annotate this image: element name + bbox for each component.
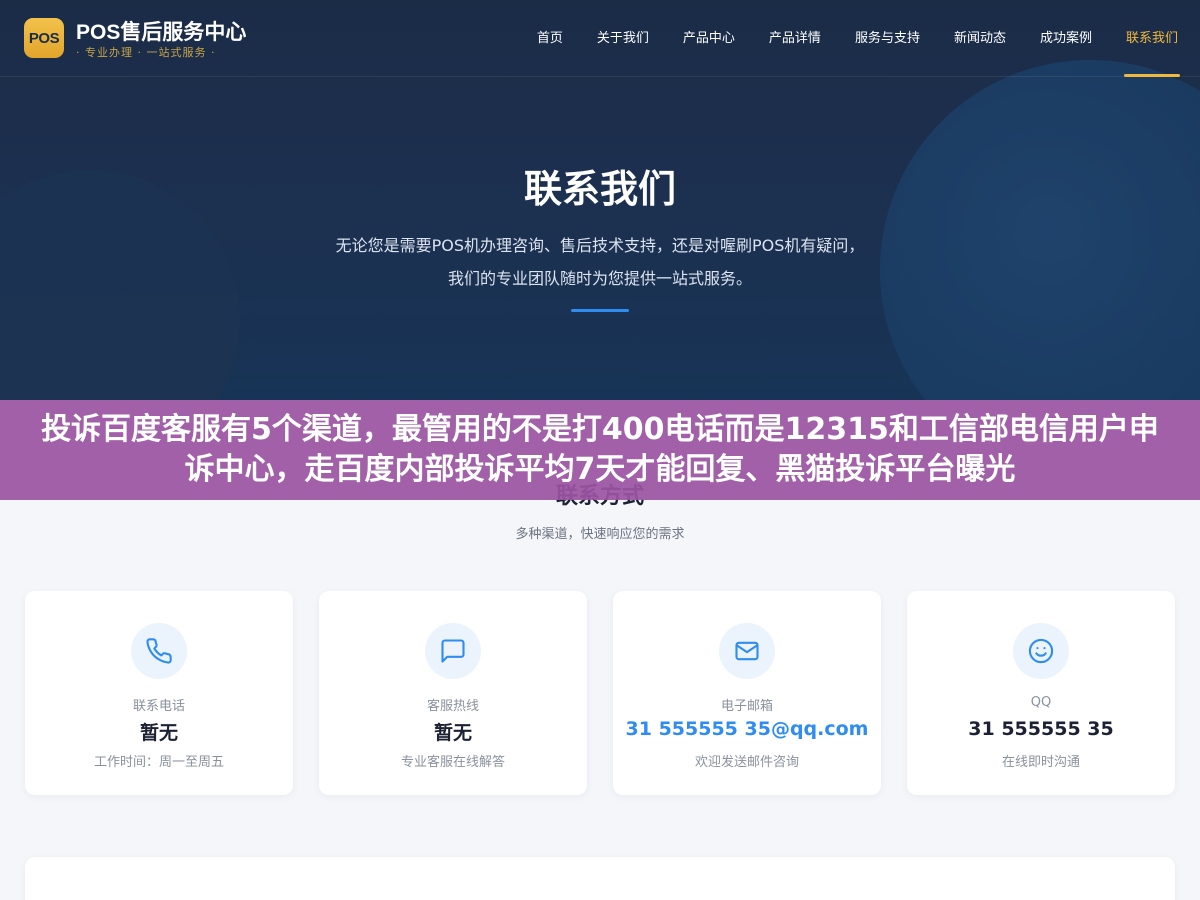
contact-card-qq: QQ 31 555555 35 在线即时沟通 xyxy=(907,591,1175,795)
card-value: 31 555555 35 xyxy=(968,718,1114,740)
hero-description-line: 无论您是需要POS机办理咨询、售后技术支持，还是对喔刷POS机有疑问， xyxy=(335,236,865,255)
contact-card-hotline: 客服热线 暂无 专业客服在线解答 xyxy=(319,591,587,795)
nav-item-cases[interactable]: 成功案例 xyxy=(1040,0,1092,77)
card-note: 在线即时沟通 xyxy=(1001,755,1080,770)
hero-description-line: 我们的专业团队随时为您提供一站式服务。 xyxy=(447,269,752,288)
card-label: QQ xyxy=(1030,695,1052,710)
mail-icon xyxy=(719,623,775,679)
brand-title[interactable]: POS售后服务中心 xyxy=(76,16,246,46)
chat-icon xyxy=(425,623,481,679)
contact-card-email: 电子邮箱 31 555555 35@qq.com 欢迎发送邮件咨询 xyxy=(613,591,881,795)
contact-card-phone: 联系电话 暂无 工作时间：周一至周五 xyxy=(25,591,293,795)
nav-item-product-details[interactable]: 产品详情 xyxy=(769,0,821,77)
card-note: 欢迎发送邮件咨询 xyxy=(694,755,799,770)
nav-item-service-support[interactable]: 服务与支持 xyxy=(855,0,920,77)
card-label: 电子邮箱 xyxy=(720,699,773,714)
nav-item-contact[interactable]: 联系我们 xyxy=(1123,0,1181,77)
card-note: 工作时间：周一至周五 xyxy=(93,755,224,770)
hero-section: POS POS售后服务中心 · 专业办理 · 一站式服务 · 首页 关于我们 产… xyxy=(0,0,1200,400)
card-label: 客服热线 xyxy=(426,699,479,714)
title-underline xyxy=(571,309,629,312)
section-subtitle: 多种渠道，快速响应您的需求 xyxy=(515,527,685,542)
phone-icon xyxy=(131,623,187,679)
site-header: POS POS售后服务中心 · 专业办理 · 一站式服务 · 首页 关于我们 产… xyxy=(0,0,1200,77)
nav-item-products[interactable]: 产品中心 xyxy=(683,0,735,77)
page-title: 联系我们 xyxy=(523,167,676,211)
nav-item-home[interactable]: 首页 xyxy=(537,0,563,77)
contact-cards: 联系电话 暂无 工作时间：周一至周五 客服热线 暂无 专业客服在线解答 电子邮箱… xyxy=(25,591,1175,795)
logo[interactable]: POS xyxy=(24,18,64,58)
card-note: 专业客服在线解答 xyxy=(400,755,505,770)
brand-subtitle: · 专业办理 · 一站式服务 · xyxy=(76,46,216,59)
smile-icon xyxy=(1013,623,1069,679)
card-value: 暂无 xyxy=(139,722,178,744)
nav-item-news[interactable]: 新闻动态 xyxy=(954,0,1006,77)
banner-text: 投诉百度客服有5个渠道，最管用的不是打400电话而是12315和工信部电信用户申… xyxy=(41,412,1159,487)
bottom-panel xyxy=(25,857,1175,900)
main-nav: 首页 关于我们 产品中心 产品详情 服务与支持 新闻动态 成功案例 联系我们 xyxy=(503,0,1181,77)
email-link[interactable]: 31 555555 35@qq.com xyxy=(613,718,881,740)
nav-item-about[interactable]: 关于我们 xyxy=(597,0,649,77)
overlay-banner: 投诉百度客服有5个渠道，最管用的不是打400电话而是12315和工信部电信用户申… xyxy=(0,400,1200,500)
card-value: 暂无 xyxy=(433,722,472,744)
hero-description: 无论您是需要POS机办理咨询、售后技术支持，还是对喔刷POS机有疑问， 我们的专… xyxy=(0,229,1200,295)
card-label: 联系电话 xyxy=(132,699,185,714)
